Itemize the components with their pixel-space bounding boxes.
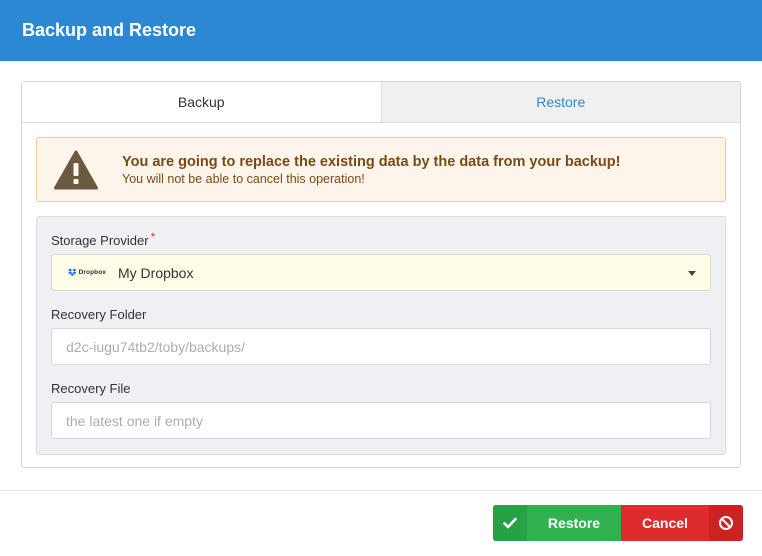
ban-icon [709,505,743,541]
dropbox-icon [68,268,77,277]
warning-text: You are going to replace the existing da… [122,153,620,187]
warning-subtitle: You will not be able to cancel this oper… [122,171,365,186]
recovery-folder-placeholder: d2c-iugu74tb2/toby/backups/ [66,338,246,355]
chevron-down-icon [688,271,696,276]
storage-provider-value: My Dropbox [118,264,194,281]
dropbox-logo: Dropbox [68,268,106,277]
storage-provider-label: Storage Provider * [51,230,156,248]
restore-form: Storage Provider * Dropbox My Dropbox Rec… [36,216,726,455]
warning-alert: You are going to replace the existing da… [36,137,726,202]
restore-button-label: Restore [547,515,601,531]
tabs-card: Backup Restore You are going to replace … [21,81,741,468]
tab-restore[interactable]: Restore [380,82,740,122]
cancel-button[interactable]: Cancel [621,505,743,541]
recovery-file-input[interactable]: the latest one if empty [51,402,711,439]
warning-title: You are going to replace the existing da… [122,153,621,170]
recovery-folder-label: Recovery Folder [51,307,147,322]
restore-button[interactable]: Restore [493,505,621,541]
dialog-footer: Restore Cancel [0,490,762,556]
check-icon [493,505,527,541]
tab-bar: Backup Restore [22,82,740,123]
storage-provider-select[interactable]: Dropbox My Dropbox [51,254,711,291]
required-marker: * [150,230,156,244]
storage-provider-label-text: Storage Provider [51,233,149,248]
warning-triangle-icon [54,150,98,189]
recovery-folder-input[interactable]: d2c-iugu74tb2/toby/backups/ [51,328,711,365]
recovery-file-placeholder: the latest one if empty [66,412,203,429]
recovery-file-label: Recovery File [51,381,131,396]
backup-restore-dialog: Backup and Restore Backup Restore You ar… [0,0,762,556]
dialog-title: Backup and Restore [0,0,762,61]
tab-backup[interactable]: Backup [22,82,381,122]
cancel-button-label: Cancel [642,515,688,531]
dropbox-logo-text: Dropbox [78,269,106,276]
